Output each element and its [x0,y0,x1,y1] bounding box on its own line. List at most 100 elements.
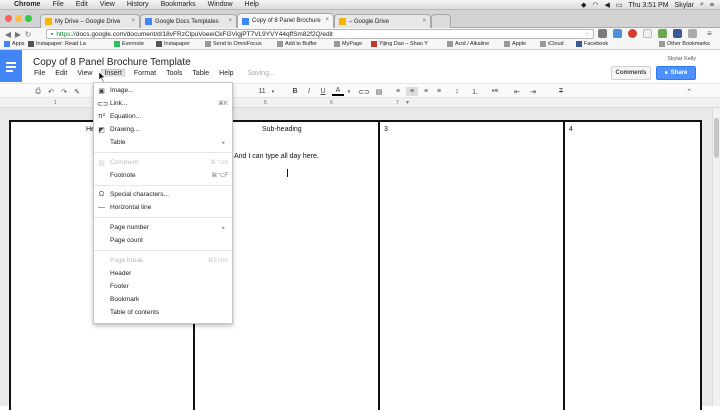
paint-format-icon[interactable]: ✎ [72,87,82,96]
bookmark-item[interactable]: Add to Buffer [277,41,317,47]
bookmark-item[interactable]: iCloud [540,41,564,47]
tab-brochure[interactable]: Copy of 8 Panel Brochure × [237,13,334,28]
forward-icon[interactable]: ▶ [13,30,23,39]
numbered-list-icon[interactable]: ⒈ [470,87,480,96]
extension-icon[interactable] [688,29,697,38]
search-icon[interactable]: ⌕ [700,1,704,9]
menubar-clock[interactable]: Thu 3:51 PM [628,2,668,9]
bookmark-item[interactable]: Apple [504,41,526,47]
menu-view[interactable]: View [76,70,93,77]
volume-icon[interactable]: ◀ [604,1,609,9]
menubar-help[interactable]: Help [245,1,259,8]
bookmark-star-icon[interactable]: ☆ [584,30,590,38]
bold-button[interactable]: B [290,87,300,96]
new-tab-button[interactable] [431,14,451,28]
font-size-select[interactable]: 11 [255,87,269,96]
share-button[interactable]: ■ Share [656,66,696,80]
panel3-number[interactable]: 3 [384,126,388,133]
align-right-icon[interactable]: ≡ [421,87,431,96]
minimize-window-icon[interactable] [15,15,22,22]
comments-button[interactable]: Comments [611,66,651,80]
vertical-scrollbar[interactable] [712,108,720,406]
menu-item-link[interactable]: ⊂⊃ Link... ⌘K [94,98,232,109]
dropbox-icon[interactable]: ◆ [581,1,586,9]
chevron-down-icon[interactable]: ▾ [270,87,276,96]
undo-icon[interactable]: ↶ [46,87,56,96]
extension-icon[interactable] [628,29,637,38]
menubar-app-name[interactable]: Chrome [14,1,40,8]
extension-icon[interactable] [613,29,622,38]
decrease-indent-icon[interactable]: ⇤ [512,87,522,96]
close-tab-icon[interactable]: × [228,18,232,24]
bookmark-apps[interactable]: Apps [4,41,25,47]
scrollbar-thumb[interactable] [714,118,719,158]
docs-logo-icon[interactable] [0,50,22,82]
bookmark-item[interactable]: MyPage [334,41,362,47]
align-left-icon[interactable]: ≡ [393,87,403,96]
print-icon[interactable]: ⎙ [33,87,43,96]
url-field[interactable]: ▪ https:// docs.google.com/document/d/18… [46,29,594,39]
bookmark-item[interactable]: Acid / Alkaline [447,41,489,47]
menu-item-image[interactable]: ▣ Image... [94,85,232,96]
align-center-icon[interactable]: ≡ [406,87,418,96]
menu-tools[interactable]: Tools [165,70,183,77]
close-window-icon[interactable] [5,15,12,22]
panel2-heading[interactable]: Sub-heading [262,126,302,133]
back-icon[interactable]: ◀ [3,30,13,39]
redo-icon[interactable]: ↷ [59,87,69,96]
menubar-file[interactable]: File [52,1,63,8]
extension-icon[interactable] [673,29,682,38]
menu-item-table[interactable]: Table ▸ [94,137,232,148]
menu-item-footer[interactable]: Footer [94,281,232,292]
list-icon[interactable]: ≡ [710,2,714,9]
underline-button[interactable]: U [318,87,328,96]
increase-indent-icon[interactable]: ⇥ [528,87,538,96]
extension-icon[interactable] [598,29,607,38]
menu-edit[interactable]: Edit [54,70,68,77]
menu-item-bookmark[interactable]: Bookmark [94,294,232,305]
menu-item-page-count[interactable]: Page count [94,235,232,246]
extension-icon[interactable] [643,29,652,38]
menu-file[interactable]: File [33,70,46,77]
menu-item-header[interactable]: Header [94,268,232,279]
wifi-icon[interactable]: ◠ [592,1,598,9]
indent-marker-icon[interactable]: ▾ [406,99,409,106]
italic-button[interactable]: I [304,87,314,96]
justify-icon[interactable]: ≡ [434,87,444,96]
tab-google-drive[interactable]: – Google Drive × [334,14,431,28]
document-title[interactable]: Copy of 8 Panel Brochure Template [33,57,191,68]
user-name[interactable]: Skylar Kelly [667,56,696,62]
menubar-view[interactable]: View [100,1,115,8]
menubar-history[interactable]: History [127,1,149,8]
chevron-down-icon[interactable]: ▾ [346,87,352,96]
menu-item-special-characters[interactable]: Ω Special characters... [94,189,232,200]
bookmark-item[interactable]: Evernote [114,41,144,47]
link-icon[interactable]: ⊂⊃ [358,87,370,96]
bookmark-item[interactable]: Instapaper: Read La [28,41,106,47]
menu-help[interactable]: Help [218,70,234,77]
menu-table[interactable]: Table [191,70,210,77]
menu-item-equation[interactable]: π² Equation... [94,111,232,122]
menubar-user[interactable]: Skylar [675,2,694,9]
tab-docs-templates[interactable]: Google Docs Templates × [140,14,237,28]
menu-item-drawing[interactable]: ◩ Drawing... [94,124,232,135]
chrome-menu-icon[interactable]: ≡ [705,29,714,38]
tab-my-drive[interactable]: My Drive – Google Drive × [40,14,140,28]
menubar-edit[interactable]: Edit [76,1,88,8]
menu-item-footnote[interactable]: Footnote ⌘⌥F [94,170,232,181]
text-color-button[interactable]: A [332,87,344,96]
line-spacing-icon[interactable]: ↕ [452,87,462,96]
bulleted-list-icon[interactable]: •≡ [490,87,500,96]
bookmark-item[interactable]: Facebook [576,41,608,47]
close-tab-icon[interactable]: × [422,18,426,24]
collapse-toolbar-icon[interactable]: ⌃ [684,87,694,96]
panel2-body[interactable]: And I can type all day here. [234,153,319,160]
menu-item-table-of-contents[interactable]: Table of contents [94,307,232,318]
menu-format[interactable]: Format [133,70,157,77]
menu-item-page-number[interactable]: Page number ▸ [94,222,232,233]
bookmark-other[interactable]: Other Bookmarks [659,41,710,47]
bookmark-item[interactable]: Send to OmniFocus [205,41,262,47]
comment-icon[interactable]: ▤ [374,87,384,96]
clear-formatting-icon[interactable]: T [556,87,566,96]
bookmark-item[interactable]: Yijing Dao – Shao Y [371,41,441,47]
